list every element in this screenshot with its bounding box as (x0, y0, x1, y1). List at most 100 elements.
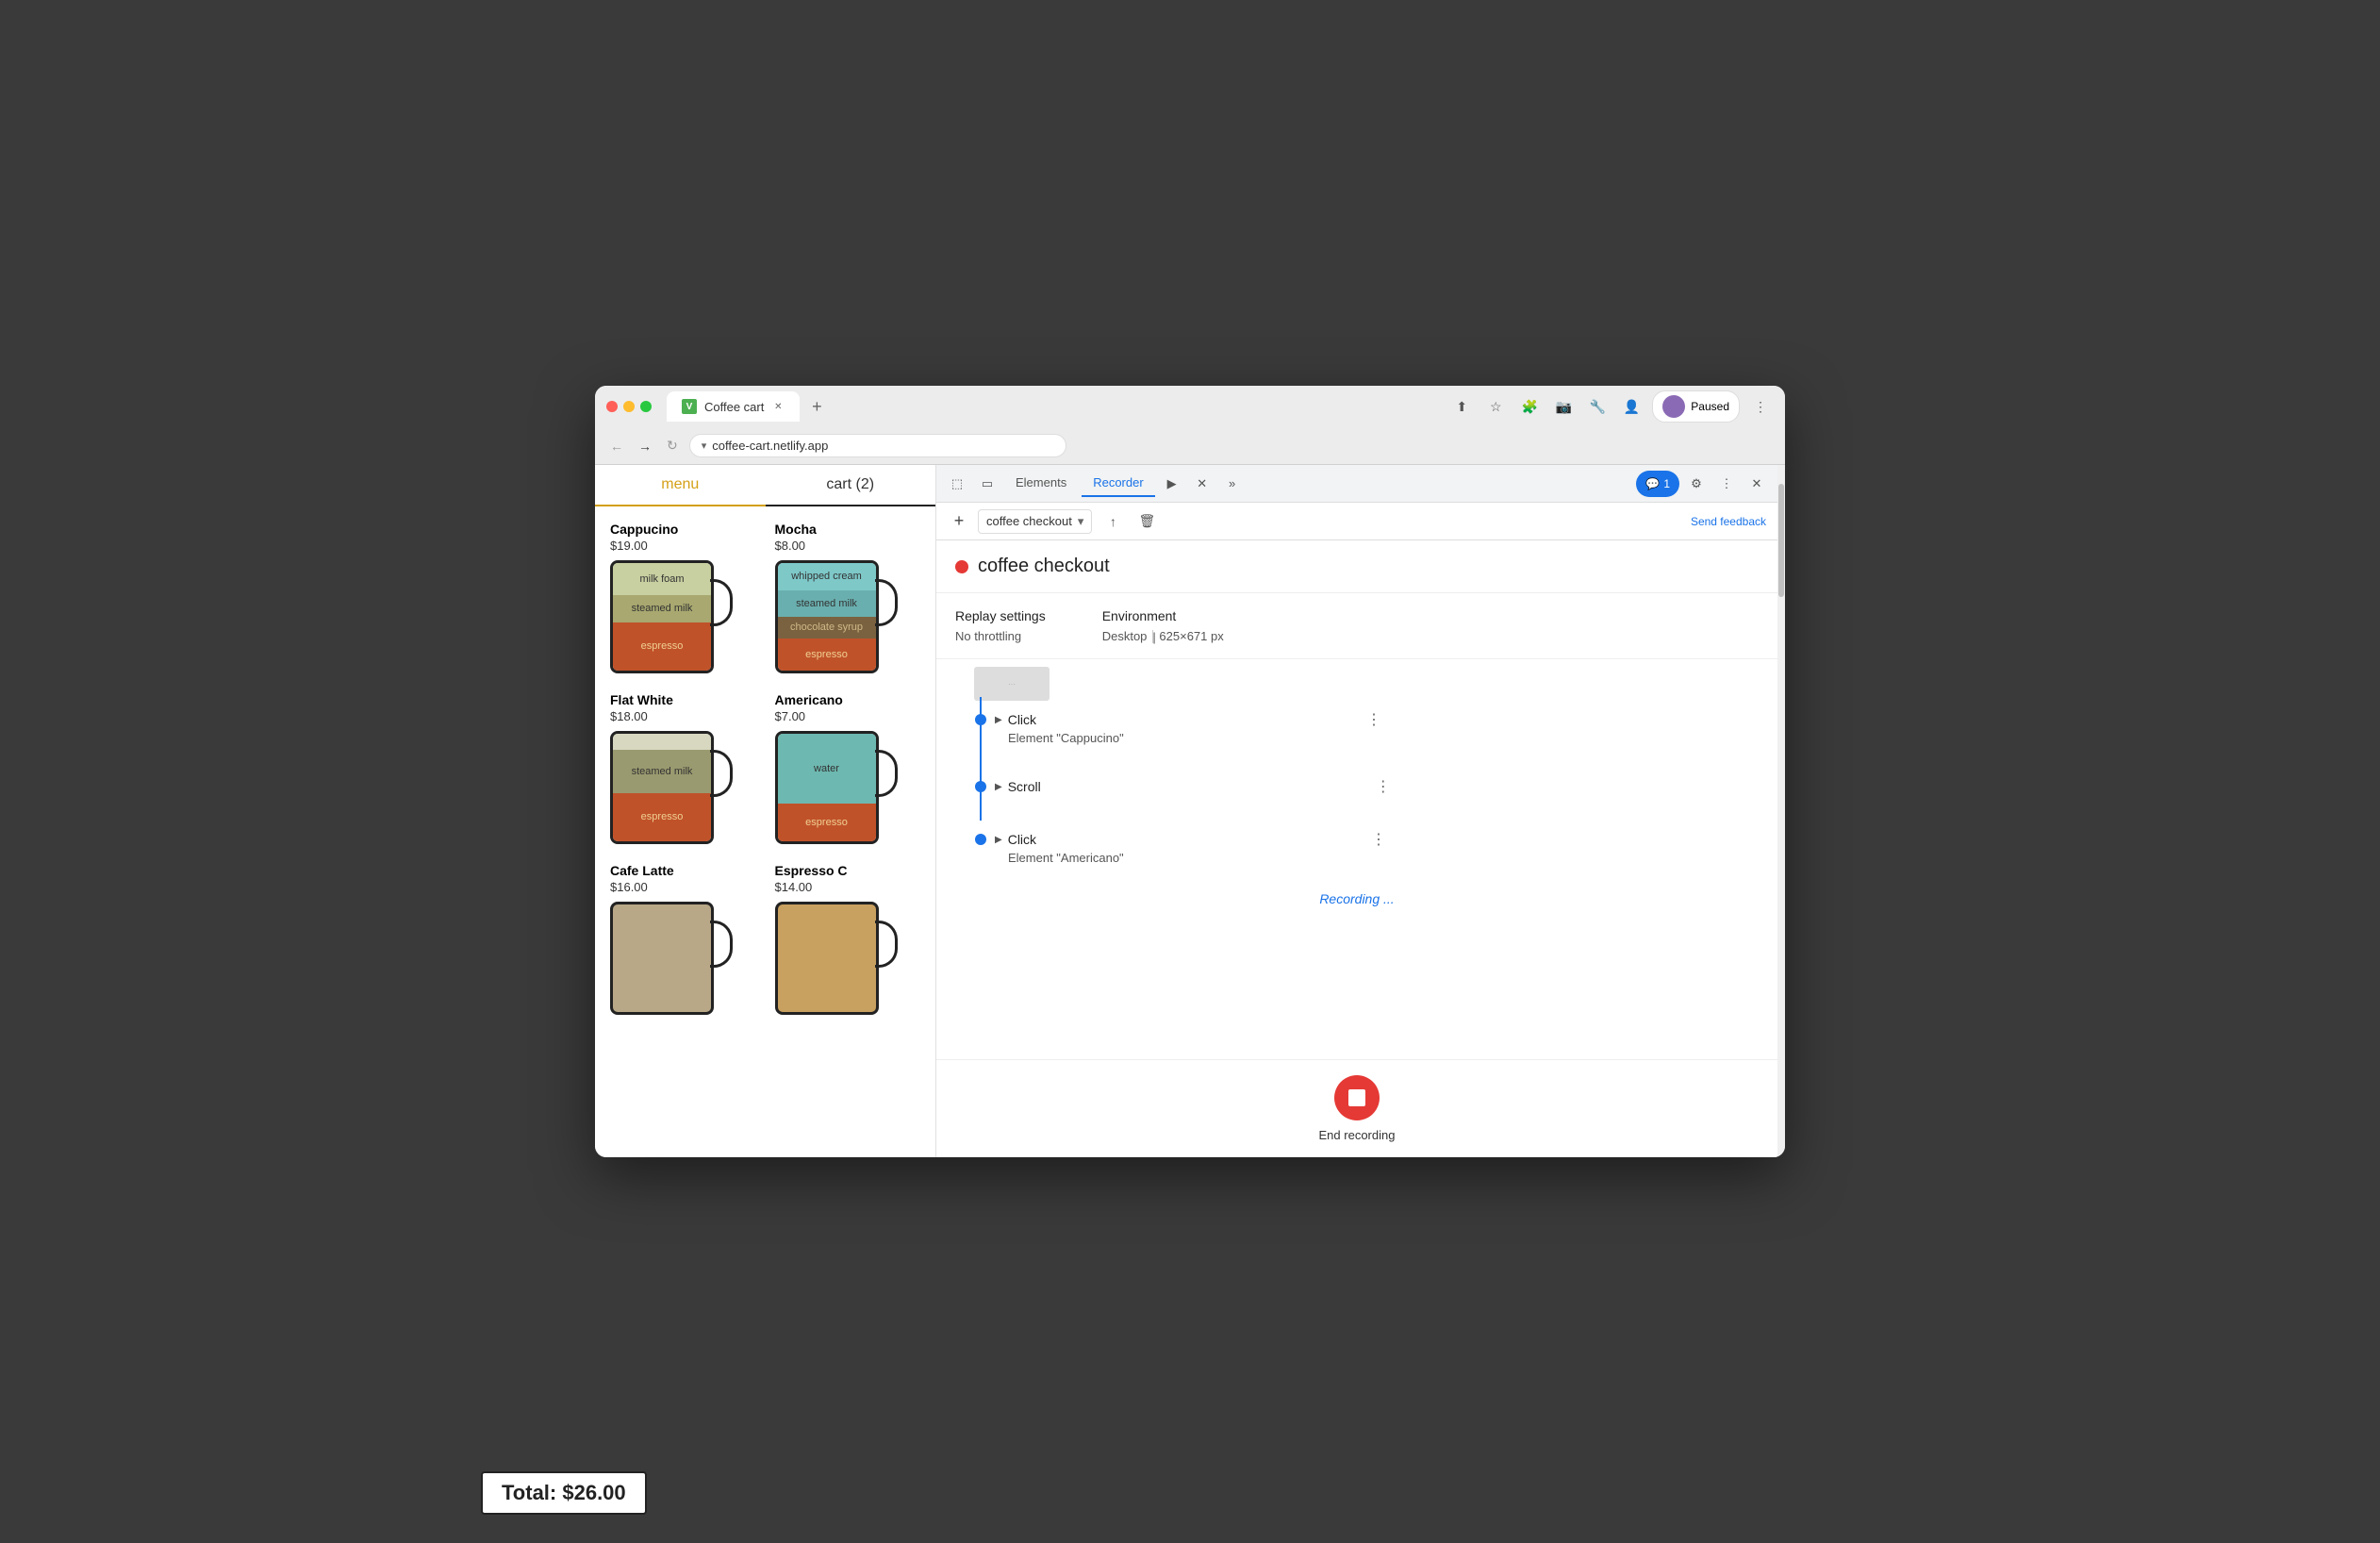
paused-label: Paused (1691, 400, 1729, 413)
coffee-item-mocha[interactable]: Mocha $8.00 whipped cream steamed milk c… (775, 522, 921, 673)
end-recording-area: End recording (936, 1059, 1777, 1157)
recording-select[interactable]: coffee checkout ▾ (978, 509, 1092, 534)
minimize-traffic-light[interactable] (623, 401, 635, 412)
address-bar: ← → ↻ ▾ coffee-cart.netlify.app (595, 427, 1785, 465)
profile-icon[interactable]: 👤 (1618, 393, 1645, 420)
layer-espresso: espresso (613, 622, 711, 671)
step-expand-button[interactable]: ▶ Click ⋮ (995, 708, 1759, 731)
tab-close-button[interactable]: ✕ (771, 400, 785, 413)
close-recorder-icon[interactable]: ✕ (1189, 471, 1215, 497)
bookmark-icon[interactable]: ☆ (1482, 393, 1509, 420)
new-tab-button[interactable]: + (803, 393, 830, 420)
step-dot (975, 714, 986, 725)
menu-icon[interactable]: ⋮ (1747, 393, 1774, 420)
paused-button[interactable]: Paused (1652, 390, 1740, 423)
tab-elements[interactable]: Elements (1004, 470, 1078, 497)
step-preview-row: ··· (955, 659, 1759, 701)
replay-settings-col: Replay settings No throttling (955, 608, 1046, 643)
end-recording-label: End recording (1319, 1128, 1396, 1142)
traffic-lights (606, 401, 652, 412)
mug-body: milk foam steamed milk espresso (610, 560, 714, 673)
chat-button[interactable]: 💬 1 (1636, 471, 1679, 497)
coffee-item-espressoc[interactable]: Espresso C $14.00 (775, 863, 921, 1015)
layer-espresso: espresso (778, 804, 876, 841)
step-expand-button[interactable]: ▶ Scroll ⋮ (995, 775, 1759, 798)
mug-flatwhite: steamed milk espresso (610, 731, 733, 844)
step-scroll: ▶ Scroll ⋮ (955, 764, 1759, 809)
maximize-traffic-light[interactable] (640, 401, 652, 412)
tab-recorder[interactable]: Recorder (1082, 470, 1154, 497)
share-icon[interactable]: ⬆ (1448, 393, 1475, 420)
nav-menu[interactable]: menu (595, 465, 766, 506)
layer-espresso: espresso (613, 793, 711, 841)
devtools-close-icon[interactable]: ✕ (1744, 471, 1770, 497)
mug-handle (710, 750, 733, 797)
throttling-value: No throttling (955, 629, 1046, 643)
end-recording-button[interactable] (1334, 1075, 1380, 1120)
more-tabs-icon[interactable]: » (1219, 471, 1246, 497)
stop-icon (1348, 1089, 1365, 1106)
step-detail: Element "Americano" (1008, 851, 1759, 865)
coffee-price: $18.00 (610, 709, 756, 723)
environment-value: Desktop | 625×671 px (1102, 629, 1224, 643)
mug-body (775, 902, 879, 1015)
extensions-icon[interactable]: 🧩 (1516, 393, 1543, 420)
coffee-item-cappucino[interactable]: Cappucino $19.00 milk foam steamed milk … (610, 522, 756, 673)
mug-mocha: whipped cream steamed milk chocolate syr… (775, 560, 898, 673)
coffee-item-americano[interactable]: Americano $7.00 water espresso (775, 692, 921, 844)
resolution-value: 625×671 px (1159, 629, 1223, 643)
title-bar-actions: ⬆ ☆ 🧩 📷 🔧 👤 Paused ⋮ (1448, 390, 1774, 423)
coffee-item-cafelatte[interactable]: Cafe Latte $16.00 (610, 863, 756, 1015)
url-bar[interactable]: ▾ coffee-cart.netlify.app (689, 434, 1066, 457)
step-expand-icon: ▶ (995, 715, 1002, 725)
mug-americano: water espresso (775, 731, 898, 844)
browser-tab[interactable]: V Coffee cart ✕ (667, 391, 800, 422)
close-traffic-light[interactable] (606, 401, 618, 412)
step-dot (975, 781, 986, 792)
nav-cart[interactable]: cart (2) (766, 465, 936, 505)
step-more-button[interactable]: ⋮ (1363, 708, 1385, 731)
coffee-price: $8.00 (775, 539, 921, 553)
refresh-button[interactable]: ↻ (663, 434, 682, 457)
add-step-button[interactable]: + (948, 510, 970, 533)
puzzle-icon[interactable]: 🔧 (1584, 393, 1611, 420)
scrollbar-thumb[interactable] (1778, 484, 1784, 597)
cursor-tool-icon[interactable]: ⬚ (944, 471, 970, 497)
device-tool-icon[interactable]: ▭ (974, 471, 1000, 497)
tab-label: Coffee cart (704, 400, 764, 414)
step-expand-button[interactable]: ▶ Click ⋮ (995, 828, 1759, 851)
extension2-icon[interactable]: 📷 (1550, 393, 1577, 420)
recorder-content: coffee checkout Replay settings No throt… (936, 540, 1777, 1157)
devtools-toolbar: ⬚ ▭ Elements Recorder ▶ ✕ » 💬 1 ⚙ ⋮ ✕ (936, 465, 1777, 503)
recording-status: Recording ... (955, 876, 1759, 921)
mug-handle (710, 579, 733, 626)
delete-button[interactable]: 🗑 (1133, 508, 1160, 535)
step-dot (975, 834, 986, 845)
coffee-price: $19.00 (610, 539, 756, 553)
upload-button[interactable]: ↑ (1099, 508, 1126, 535)
step-more-button[interactable]: ⋮ (1367, 828, 1390, 851)
mug-cafelatte (610, 902, 733, 1015)
coffee-name: Espresso C (775, 863, 921, 878)
coffee-price: $14.00 (775, 880, 921, 894)
devtools-scrollbar[interactable] (1777, 465, 1785, 1157)
mug-handle (875, 579, 898, 626)
devtools-more-icon[interactable]: ⋮ (1713, 471, 1740, 497)
step-type: Scroll (1008, 779, 1041, 794)
mug-body: whipped cream steamed milk chocolate syr… (775, 560, 879, 673)
forward-button[interactable]: → (635, 435, 655, 457)
coffee-name: Cappucino (610, 522, 756, 537)
send-feedback-button[interactable]: Send feedback (1691, 515, 1766, 528)
step-type: Click (1008, 832, 1036, 847)
devtools-right-icons: 💬 1 ⚙ ⋮ ✕ (1636, 471, 1770, 497)
step-screenshot-thumb: ··· (974, 667, 1050, 701)
steps-area: ··· ▶ Click ⋮ Element "Cappucino" (936, 659, 1777, 1059)
step-more-button[interactable]: ⋮ (1372, 775, 1395, 798)
tab-favicon: V (682, 399, 697, 414)
step-click-americano: ▶ Click ⋮ Element "Americano" (955, 817, 1759, 876)
coffee-name: Mocha (775, 522, 921, 537)
layer-steamed-milk: steamed milk (613, 595, 711, 622)
coffee-item-flatwhite[interactable]: Flat White $18.00 steamed milk espresso (610, 692, 756, 844)
back-button[interactable]: ← (606, 435, 627, 457)
settings-icon[interactable]: ⚙ (1683, 471, 1710, 497)
